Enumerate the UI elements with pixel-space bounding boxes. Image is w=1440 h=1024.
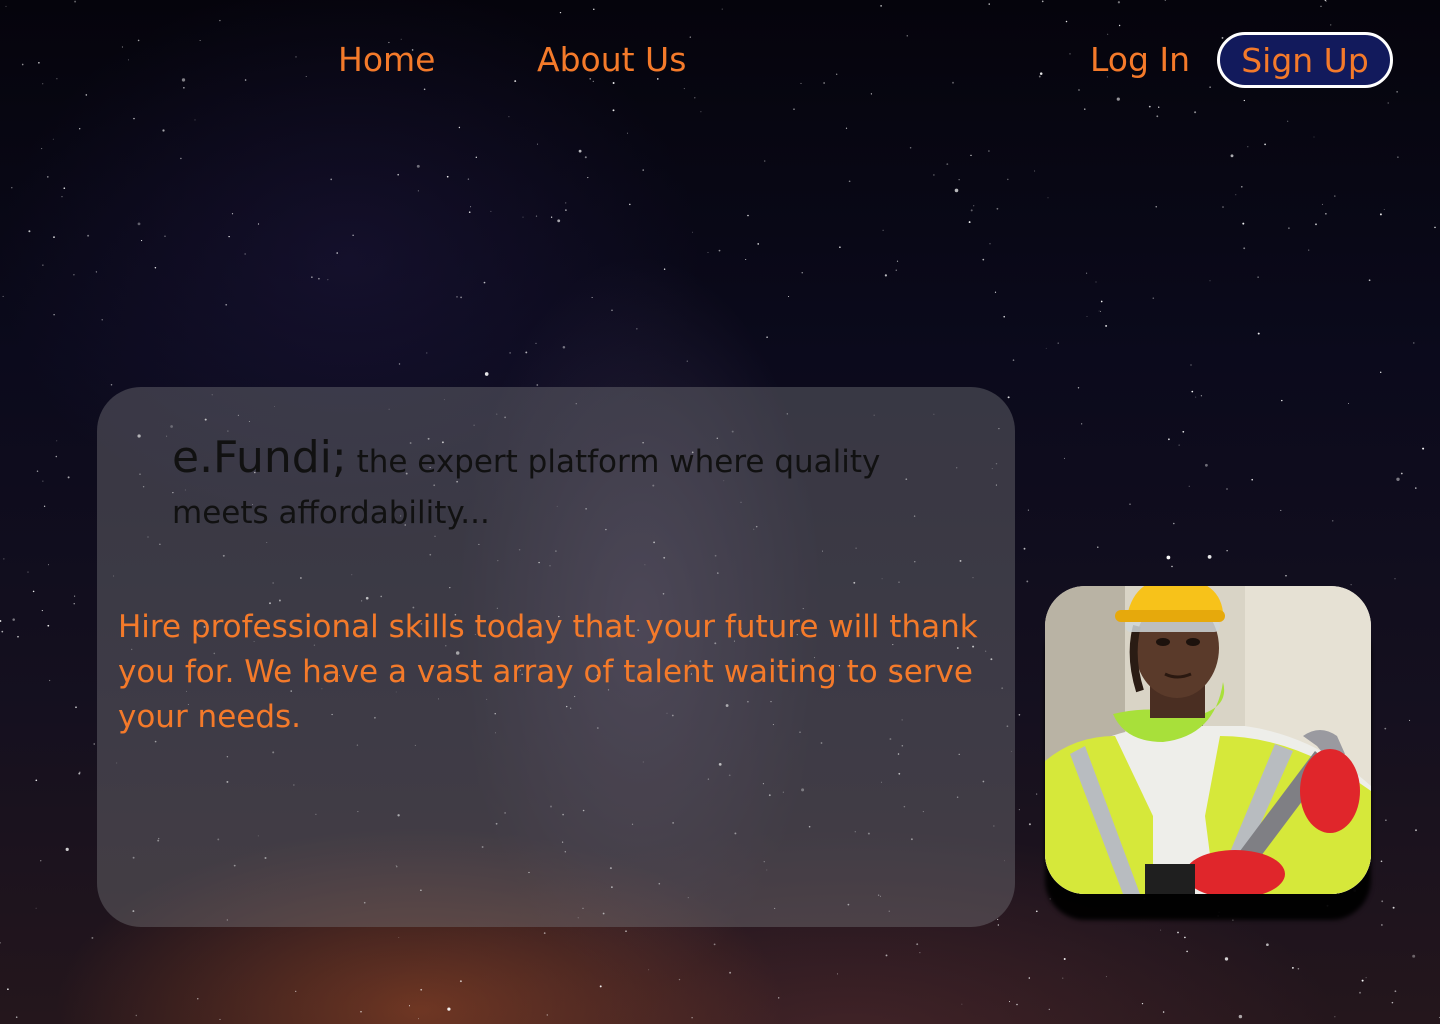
- signup-button[interactable]: Sign Up: [1217, 32, 1393, 88]
- brand-name: e.Fundi;: [172, 432, 347, 483]
- hero-card: e.Fundi; the expert platform where quali…: [97, 387, 1015, 927]
- brand-headline: e.Fundi; the expert platform where quali…: [172, 435, 962, 541]
- nav-about-link[interactable]: About Us: [537, 40, 686, 79]
- worker-photo: [1045, 586, 1371, 894]
- hero-description: Hire professional skills today that your…: [118, 609, 978, 735]
- nav-login-link[interactable]: Log In: [1090, 40, 1190, 79]
- nav-home-link[interactable]: Home: [338, 40, 435, 79]
